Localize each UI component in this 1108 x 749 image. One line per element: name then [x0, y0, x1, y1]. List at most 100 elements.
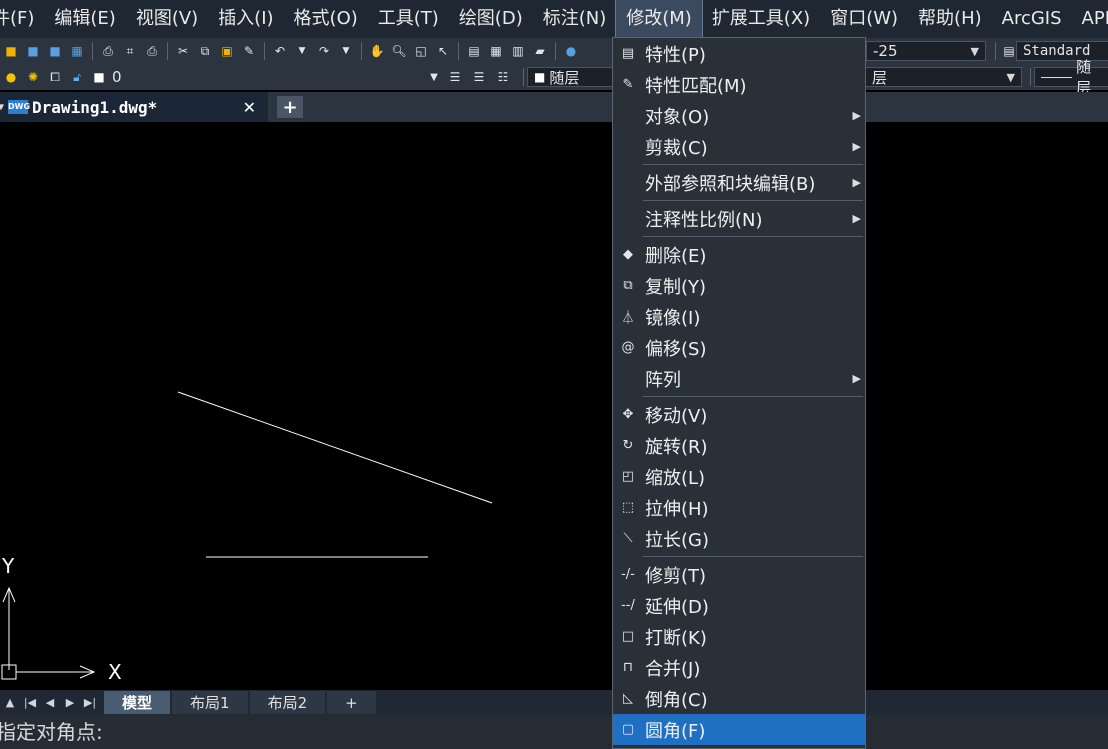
modify-menu-item-label: 镜像(I): [645, 307, 701, 329]
match-brush-icon[interactable]: ✎: [240, 42, 258, 60]
new-tab-button[interactable]: +: [277, 96, 303, 118]
modify-menu-item[interactable]: ◆ 删除(E): [613, 239, 865, 270]
toolbar-divider: [555, 42, 556, 60]
dimstyle-select[interactable]: -25 ▼: [866, 41, 986, 61]
design-center-icon[interactable]: ▦: [487, 42, 505, 60]
tab-layout1[interactable]: 布局1: [172, 691, 248, 714]
menu-format[interactable]: 格式(O): [284, 0, 368, 38]
menu-file[interactable]: 件(F): [0, 0, 44, 38]
modify-menu-item[interactable]: ◺ 倒角(C): [613, 683, 865, 714]
undo-dropdown-icon[interactable]: ▼: [293, 42, 311, 60]
modify-menu-item[interactable]: --/ 延伸(D): [613, 590, 865, 621]
tool-palette-icon[interactable]: ▥: [509, 42, 527, 60]
modify-menu-item[interactable]: 阵列 ▶: [613, 363, 865, 394]
menu-dimension[interactable]: 标注(N): [533, 0, 617, 38]
lineweight-select[interactable]: 随层: [1034, 58, 1108, 97]
menu-tools[interactable]: 工具(T): [368, 0, 449, 38]
color-select[interactable]: ■ 随层: [527, 67, 613, 87]
close-tab-icon[interactable]: ✕: [243, 98, 256, 117]
modify-menu-item[interactable]: □ 打断(K): [613, 621, 865, 652]
zoom-previous-icon[interactable]: ↖: [434, 42, 452, 60]
paste-icon[interactable]: ▣: [218, 42, 236, 60]
drawn-line-diagonal[interactable]: [177, 391, 493, 504]
layer-value: 0: [112, 68, 122, 86]
plot-icon[interactable]: ⎙: [143, 42, 161, 60]
modify-menu-item-label: 特性匹配(M): [645, 75, 747, 97]
modify-menu-item[interactable]: 剪裁(C) ▶: [613, 131, 865, 162]
modify-menu-item[interactable]: ⊓ 合并(J): [613, 652, 865, 683]
zoom-realtime-icon[interactable]: 🔍︎: [390, 42, 408, 60]
menu-insert[interactable]: 插入(I): [208, 0, 283, 38]
pan-icon[interactable]: ✋: [368, 42, 386, 60]
linetype-select[interactable]: 层 ▼: [866, 67, 1022, 87]
open-icon[interactable]: ■: [2, 42, 20, 60]
menu-extended-tools[interactable]: 扩展工具(X): [702, 0, 820, 38]
print-icon[interactable]: ⎙: [99, 42, 117, 60]
modify-menu-item[interactable]: ✥ 移动(V): [613, 399, 865, 430]
copy-icon: ⧉: [623, 278, 633, 293]
redo-dropdown-icon[interactable]: ▼: [337, 42, 355, 60]
menu-edit[interactable]: 编辑(E): [44, 0, 125, 38]
next-tab-icon[interactable]: ▶: [60, 696, 80, 709]
tab-model[interactable]: 模型: [104, 691, 171, 714]
tab-layout2[interactable]: 布局2: [249, 691, 326, 714]
layer-properties-icon[interactable]: ☰: [446, 68, 464, 86]
document-tab-title: Drawing1.dwg*: [32, 97, 158, 117]
menu-draw[interactable]: 绘图(D): [449, 0, 533, 38]
toolbar-divider: [92, 42, 93, 60]
help-circle-icon[interactable]: ●: [562, 42, 580, 60]
document-tab[interactable]: ▼ DWG Drawing1.dwg* ✕: [0, 92, 268, 122]
tabs-scroll-up-icon[interactable]: ▲: [0, 696, 20, 709]
lightbulb-icon[interactable]: ●: [2, 68, 20, 86]
modify-menu-item[interactable]: -/- 修剪(T): [613, 559, 865, 590]
menu-app[interactable]: APP: [1072, 0, 1108, 38]
modify-menu-item[interactable]: 注释性比例(N) ▶: [613, 203, 865, 234]
command-line[interactable]: 指定对角点:: [0, 715, 1108, 749]
layer-dropdown-icon[interactable]: ▼: [425, 68, 443, 86]
undo-icon[interactable]: ↶: [271, 42, 289, 60]
prev-tab-icon[interactable]: ◀: [40, 696, 60, 709]
modify-menu-item[interactable]: @ 偏移(S): [613, 332, 865, 363]
mirror-icon: ⏃: [621, 311, 635, 326]
modify-menu-item[interactable]: ▢ 圆角(F): [613, 714, 865, 745]
cut-icon[interactable]: ✂: [174, 42, 192, 60]
menu-view[interactable]: 视图(V): [126, 0, 208, 38]
preview-icon[interactable]: ⌗: [121, 42, 139, 60]
save-as-icon[interactable]: ■: [46, 42, 64, 60]
modify-menu-item[interactable]: ⬚ 拉伸(H): [613, 492, 865, 523]
add-layout-button[interactable]: +: [327, 691, 376, 714]
first-tab-icon[interactable]: |◀: [20, 696, 40, 709]
stretch-icon: ⬚: [621, 500, 635, 515]
tab-list-chevron-icon[interactable]: ▼: [0, 102, 4, 113]
drawing-canvas[interactable]: Y X: [0, 122, 1108, 690]
redo-icon[interactable]: ↷: [315, 42, 333, 60]
modify-menu-item[interactable]: ⟍ 拉长(G): [613, 523, 865, 554]
modify-menu-item-label: 对象(O): [645, 106, 710, 128]
menu-window[interactable]: 窗口(W): [820, 0, 908, 38]
sun-icon[interactable]: ✺: [24, 68, 42, 86]
modify-menu-item[interactable]: ⧉ 复制(Y): [613, 270, 865, 301]
lock-icon[interactable]: 🔓︎: [68, 68, 86, 86]
layer-states-icon[interactable]: ☷: [494, 68, 512, 86]
menu-arcgis[interactable]: ArcGIS: [992, 0, 1072, 38]
viewport-freeze-icon[interactable]: ⧠: [46, 68, 64, 86]
menu-help[interactable]: 帮助(H): [908, 0, 992, 38]
menu-modify[interactable]: 修改(M): [615, 0, 703, 39]
modify-menu-item[interactable]: ✎ 特性匹配(M): [613, 69, 865, 100]
modify-menu-item-label: 打断(K): [645, 627, 707, 649]
save-icon[interactable]: ■: [24, 42, 42, 60]
layer-previous-icon[interactable]: ☰: [470, 68, 488, 86]
modify-menu-item[interactable]: 外部参照和块编辑(B) ▶: [613, 167, 865, 198]
modify-menu-item[interactable]: ▤ 特性(P): [613, 38, 865, 69]
copy-clip-icon[interactable]: ⧉: [196, 42, 214, 60]
sheet-set-icon[interactable]: ▰: [531, 42, 549, 60]
modify-menu-item[interactable]: 对象(O) ▶: [613, 100, 865, 131]
zoom-window-icon[interactable]: ◱: [412, 42, 430, 60]
properties-palette-icon[interactable]: ▤: [465, 42, 483, 60]
toolbar-divider: [995, 42, 996, 60]
modify-menu-item[interactable]: ◰ 缩放(L): [613, 461, 865, 492]
modify-menu-item[interactable]: ↻ 旋转(R): [613, 430, 865, 461]
last-tab-icon[interactable]: ▶|: [80, 696, 100, 709]
modify-menu-item[interactable]: ⏃ 镜像(I): [613, 301, 865, 332]
publish-icon[interactable]: ▦: [68, 42, 86, 60]
